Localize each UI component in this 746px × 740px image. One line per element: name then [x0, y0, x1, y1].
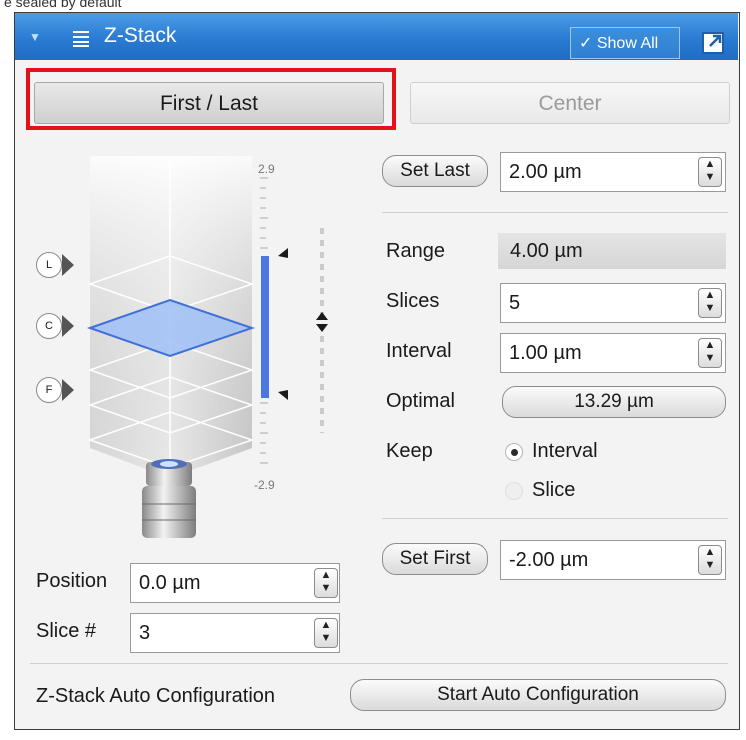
interval-field[interactable]: 1.00 µm: [500, 333, 726, 373]
last-marker-arrow-icon: [62, 254, 74, 276]
separator: [30, 663, 728, 664]
optimal-button[interactable]: 13.29 µm: [502, 386, 726, 418]
slices-label: Slices: [386, 290, 440, 312]
z-stack-visual: [30, 148, 350, 558]
checkmark-icon: ✓: [579, 35, 593, 52]
interval-label: Interval: [386, 340, 452, 362]
collapse-icon[interactable]: ▼: [26, 28, 44, 46]
show-all-toggle[interactable]: ✓ Show All: [570, 27, 680, 59]
auto-config-label: Z-Stack Auto Configuration: [36, 685, 276, 707]
last-position-field[interactable]: 2.00 µm: [500, 152, 726, 192]
scale-top-label: 2.9: [258, 162, 275, 176]
last-position-spinner[interactable]: ▲ ▼: [698, 157, 722, 187]
keep-interval-label: Interval: [532, 440, 598, 462]
center-marker[interactable]: C: [36, 313, 62, 339]
slice-number-spinner[interactable]: ▲ ▼: [314, 618, 338, 648]
separator: [382, 518, 728, 519]
first-marker[interactable]: F: [36, 377, 62, 403]
slices-spinner[interactable]: ▲ ▼: [698, 288, 722, 318]
optimal-label: Optimal: [386, 390, 455, 412]
position-spinner[interactable]: ▲ ▼: [314, 568, 338, 598]
center-marker-arrow-icon: [62, 315, 74, 337]
keep-label: Keep: [386, 440, 433, 462]
interval-spinner[interactable]: ▲ ▼: [698, 338, 722, 368]
keep-interval-radio[interactable]: [505, 443, 523, 461]
slice-number-field[interactable]: 3: [130, 613, 340, 653]
range-label: Range: [386, 240, 445, 262]
show-all-label: Show All: [596, 35, 659, 52]
scale-bottom-label: -2.9: [254, 478, 275, 492]
first-position-field[interactable]: -2.00 µm: [500, 540, 726, 580]
last-marker[interactable]: L: [36, 252, 62, 278]
position-label: Position: [36, 570, 108, 592]
panel-title: Z-Stack: [104, 24, 177, 47]
first-marker-arrow-icon: [62, 379, 74, 401]
highlight-box: [26, 68, 396, 130]
position-field[interactable]: 0.0 µm: [130, 563, 340, 603]
range-value: 4.00 µm: [498, 233, 726, 269]
slice-number-label: Slice #: [36, 620, 97, 642]
set-first-button[interactable]: Set First: [382, 543, 488, 575]
keep-slice-label: Slice: [532, 479, 576, 501]
tab-center[interactable]: Center: [410, 82, 730, 124]
keep-slice-radio[interactable]: [505, 482, 523, 500]
start-auto-config-button[interactable]: Start Auto Configuration: [350, 679, 726, 711]
caption-fragment: e sealed by default: [4, 0, 122, 10]
set-last-button[interactable]: Set Last: [382, 155, 488, 187]
popout-icon[interactable]: [700, 28, 728, 56]
first-position-spinner[interactable]: ▲ ▼: [698, 545, 722, 575]
separator: [382, 212, 728, 213]
slices-field[interactable]: 5: [500, 283, 726, 323]
list-icon: [70, 27, 92, 49]
